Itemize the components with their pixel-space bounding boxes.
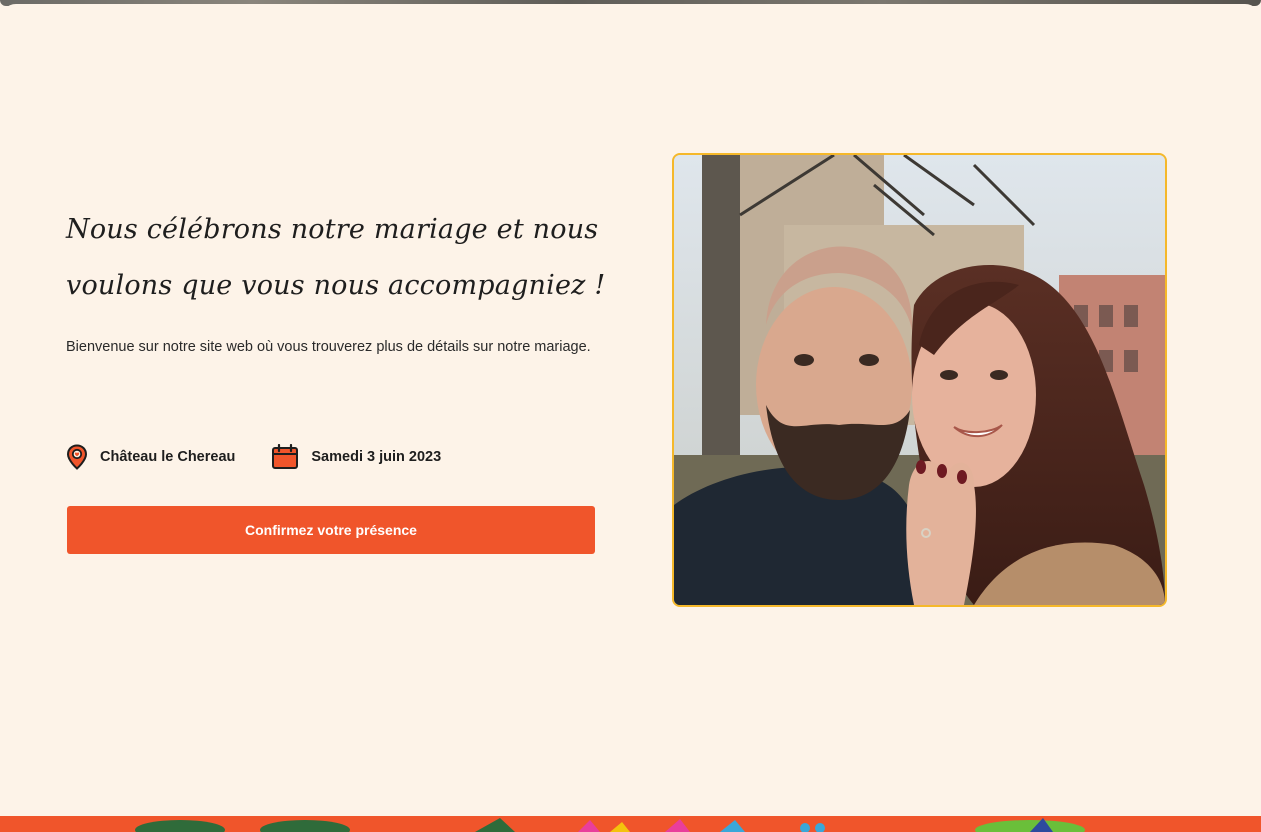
location-detail: Château le Chereau xyxy=(66,444,235,470)
decorative-footer-strip xyxy=(0,816,1261,832)
date-label: Samedi 3 juin 2023 xyxy=(311,449,442,465)
hero-section: Nous célébrons notre mariage et nous vou… xyxy=(0,4,1261,816)
intro-text: Bienvenue sur notre site web où vous tro… xyxy=(66,339,591,355)
couple-photo xyxy=(672,153,1167,607)
hero-headline: Nous célébrons notre mariage et nous vou… xyxy=(66,202,606,314)
calendar-icon xyxy=(271,444,299,470)
date-detail: Samedi 3 juin 2023 xyxy=(271,444,441,470)
event-details: Château le Chereau Samedi 3 juin 2023 xyxy=(66,442,477,472)
location-label: Château le Chereau xyxy=(100,449,236,465)
headline-line-1: Nous célébrons notre mariage et nous xyxy=(66,214,599,245)
map-pin-icon xyxy=(66,444,88,470)
rsvp-button[interactable]: Confirmez votre présence xyxy=(67,506,595,554)
headline-line-2: voulons que vous nous accompagniez ! xyxy=(66,270,606,301)
page-frame: Nous célébrons notre mariage et nous vou… xyxy=(0,0,1261,832)
